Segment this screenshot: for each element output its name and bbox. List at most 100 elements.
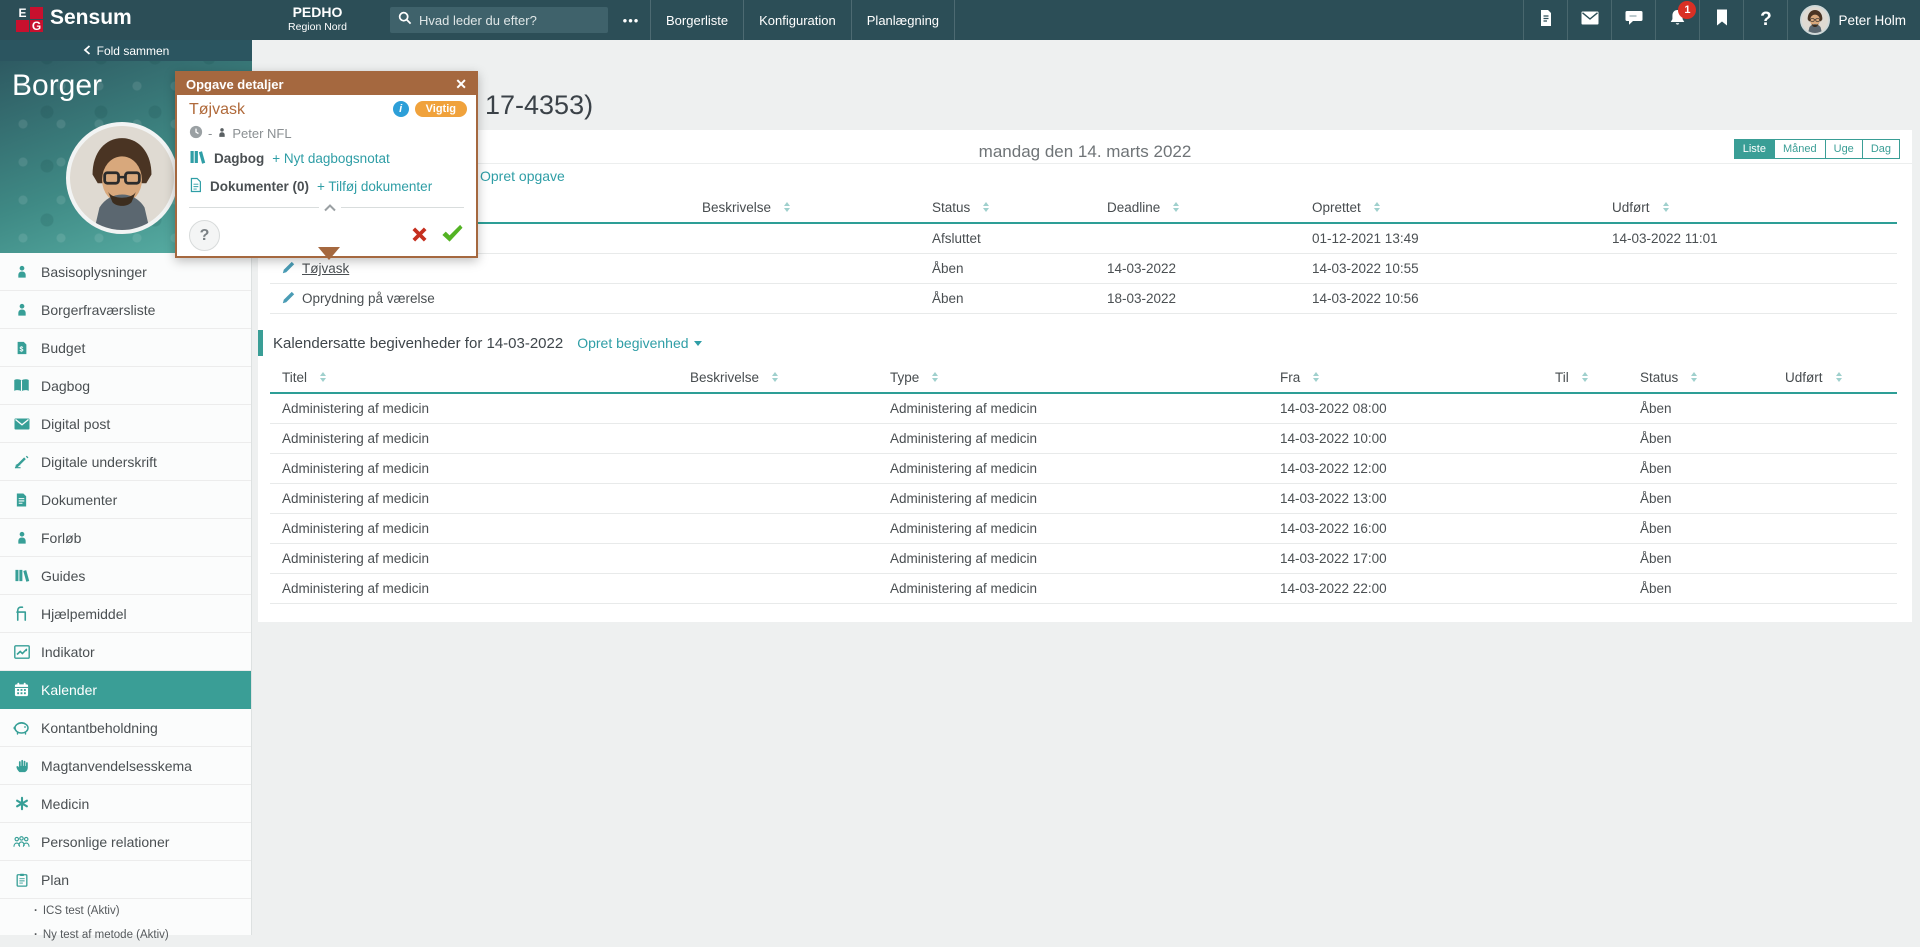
cell-fra: 14-03-2022 10:00 xyxy=(1268,431,1543,446)
col-titel[interactable]: Titel xyxy=(270,369,678,385)
cell-titel: Administering af medicin xyxy=(270,551,678,566)
cell-fra: 14-03-2022 16:00 xyxy=(1268,521,1543,536)
col-udfoert[interactable]: Udført xyxy=(1773,369,1897,385)
sidebar-item-kontantbeholdning[interactable]: Kontantbeholdning xyxy=(0,709,251,747)
department-selector[interactable]: PEDHO Region Nord xyxy=(255,4,380,33)
help-button[interactable]: ? xyxy=(1743,0,1787,40)
sidebar-subitem-ics-test[interactable]: ICS test (Aktiv) xyxy=(0,899,251,923)
reject-button[interactable] xyxy=(409,224,430,250)
search-input[interactable] xyxy=(419,13,589,28)
col-status[interactable]: Status xyxy=(1628,369,1773,385)
svg-text:$: $ xyxy=(19,346,23,353)
col-fra[interactable]: Fra xyxy=(1268,369,1543,385)
mail-button[interactable] xyxy=(1567,0,1611,40)
sidebar-item-digital-post[interactable]: Digital post xyxy=(0,405,251,443)
confirm-button[interactable] xyxy=(439,222,464,250)
sidebar-item-label: Medicin xyxy=(41,796,89,812)
table-row[interactable]: Administering af medicin Administering a… xyxy=(270,574,1897,604)
sidebar-item-magtanvendelsesskema[interactable]: Magtanvendelsesskema xyxy=(0,747,251,785)
bookmarks-button[interactable] xyxy=(1699,0,1743,40)
close-icon[interactable]: ✕ xyxy=(455,77,467,91)
col-status[interactable]: Status xyxy=(920,199,1095,215)
nav-planlaegning[interactable]: Planlægning xyxy=(851,0,955,40)
nav-borgerliste[interactable]: Borgerliste xyxy=(650,0,743,40)
sidebar-collapse-button[interactable]: Fold sammen xyxy=(0,40,252,61)
sidebar-item-medicin[interactable]: Medicin xyxy=(0,785,251,823)
view-dag-button[interactable]: Dag xyxy=(1862,139,1900,159)
popup-pointer-arrow xyxy=(318,247,340,271)
citizen-avatar[interactable] xyxy=(66,122,178,234)
table-row[interactable]: Administering af medicin Administering a… xyxy=(270,394,1897,424)
sort-icon xyxy=(784,199,790,215)
global-search xyxy=(390,7,608,33)
pencil-icon[interactable] xyxy=(282,291,295,307)
create-task-link[interactable]: Opret opgave xyxy=(480,168,565,184)
documents-button[interactable] xyxy=(1523,0,1567,40)
sidebar-item-personlige-relationer[interactable]: Personlige relationer xyxy=(0,823,251,861)
view-maaned-button[interactable]: Måned xyxy=(1774,139,1826,159)
col-til[interactable]: Til xyxy=(1543,369,1628,385)
sidebar-item-dagbog[interactable]: Dagbog xyxy=(0,367,251,405)
col-udfoert[interactable]: Udført xyxy=(1600,199,1897,215)
col-type[interactable]: Type xyxy=(878,369,1268,385)
add-documents-link[interactable]: + Tilføj dokumenter xyxy=(317,179,432,194)
sidebar-item-dokumenter[interactable]: Dokumenter xyxy=(0,481,251,519)
user-avatar xyxy=(1800,5,1830,35)
col-deadline[interactable]: Deadline xyxy=(1095,199,1300,215)
document-icon xyxy=(1538,9,1554,32)
sidebar-item-forloeb[interactable]: Forløb xyxy=(0,519,251,557)
sidebar-item-budget[interactable]: $ Budget xyxy=(0,329,251,367)
view-uge-button[interactable]: Uge xyxy=(1825,139,1863,159)
walker-icon xyxy=(13,605,30,622)
person-icon xyxy=(13,301,30,318)
sidebar-item-basisoplysninger[interactable]: Basisoplysninger xyxy=(0,253,251,291)
table-row[interactable]: Administering af medicin Administering a… xyxy=(270,514,1897,544)
sidebar-item-label: Hjælpemiddel xyxy=(41,606,127,622)
table-row[interactable]: Administering af medicin Administering a… xyxy=(270,424,1897,454)
chat-button[interactable] xyxy=(1611,0,1655,40)
cell-status: Åben xyxy=(1628,551,1773,566)
cell-status: Åben xyxy=(1628,491,1773,506)
table-row[interactable]: Administering af medicin Administering a… xyxy=(270,454,1897,484)
info-icon[interactable]: i xyxy=(393,101,409,117)
table-row[interactable]: Oprydning på værelse Åben 18-03-2022 14-… xyxy=(270,284,1897,314)
notifications-button[interactable]: 1 xyxy=(1655,0,1699,40)
table-row[interactable]: Administering af medicin Administering a… xyxy=(270,544,1897,574)
sort-icon xyxy=(1582,369,1588,385)
table-row[interactable]: Administering af medicin Administering a… xyxy=(270,484,1897,514)
pencil-icon[interactable] xyxy=(282,261,295,277)
piggy-bank-icon xyxy=(13,719,30,736)
more-menu-button[interactable]: ••• xyxy=(614,0,648,40)
table-row[interactable]: Tøjvask Åben 14-03-2022 14-03-2022 10:55 xyxy=(270,254,1897,284)
create-event-link[interactable]: Opret begivenhed xyxy=(577,335,701,351)
chevron-up-icon[interactable] xyxy=(319,199,341,217)
sidebar-item-plan[interactable]: Plan xyxy=(0,861,251,899)
task-link[interactable]: Oprydning på værelse xyxy=(302,291,435,306)
eg-logo-square xyxy=(16,20,29,32)
sidebar-item-kalender[interactable]: Kalender xyxy=(0,671,251,709)
user-menu[interactable]: Peter Holm xyxy=(1787,0,1920,40)
top-bar: E G Sensum PEDHO Region Nord ••• Borgerl… xyxy=(0,0,1920,40)
cell-deadline: 18-03-2022 xyxy=(1095,291,1300,306)
sidebar-item-borgerfravaersliste[interactable]: Borgerfraværsliste xyxy=(0,291,251,329)
sidebar-item-guides[interactable]: Guides xyxy=(0,557,251,595)
cell-fra: 14-03-2022 17:00 xyxy=(1268,551,1543,566)
new-diary-note-link[interactable]: + Nyt dagbogsnotat xyxy=(272,151,389,166)
clock-icon xyxy=(189,125,203,142)
help-button[interactable]: ? xyxy=(189,220,220,251)
sort-icon xyxy=(1663,199,1669,215)
nav-konfiguration[interactable]: Konfiguration xyxy=(743,0,851,40)
col-beskrivelse[interactable]: Beskrivelse xyxy=(678,369,878,385)
table-row[interactable]: Afsluttet 01-12-2021 13:49 14-03-2022 11… xyxy=(270,224,1897,254)
cell-udfoert: 14-03-2022 11:01 xyxy=(1600,231,1897,246)
sidebar-item-indikator[interactable]: Indikator xyxy=(0,633,251,671)
popup-title: Opgave detaljer xyxy=(186,77,284,92)
sidebar-subitem-ny-test-af-metode[interactable]: Ny test af metode (Aktiv) xyxy=(0,923,251,947)
sort-icon xyxy=(932,369,938,385)
col-oprettet[interactable]: Oprettet xyxy=(1300,199,1600,215)
view-liste-button[interactable]: Liste xyxy=(1734,139,1775,159)
col-beskrivelse[interactable]: Beskrivelse xyxy=(690,199,920,215)
sidebar-item-hjaelpemiddel[interactable]: Hjælpemiddel xyxy=(0,595,251,633)
sidebar-item-digitale-underskrift[interactable]: Digitale underskrift xyxy=(0,443,251,481)
divider xyxy=(258,163,1912,164)
